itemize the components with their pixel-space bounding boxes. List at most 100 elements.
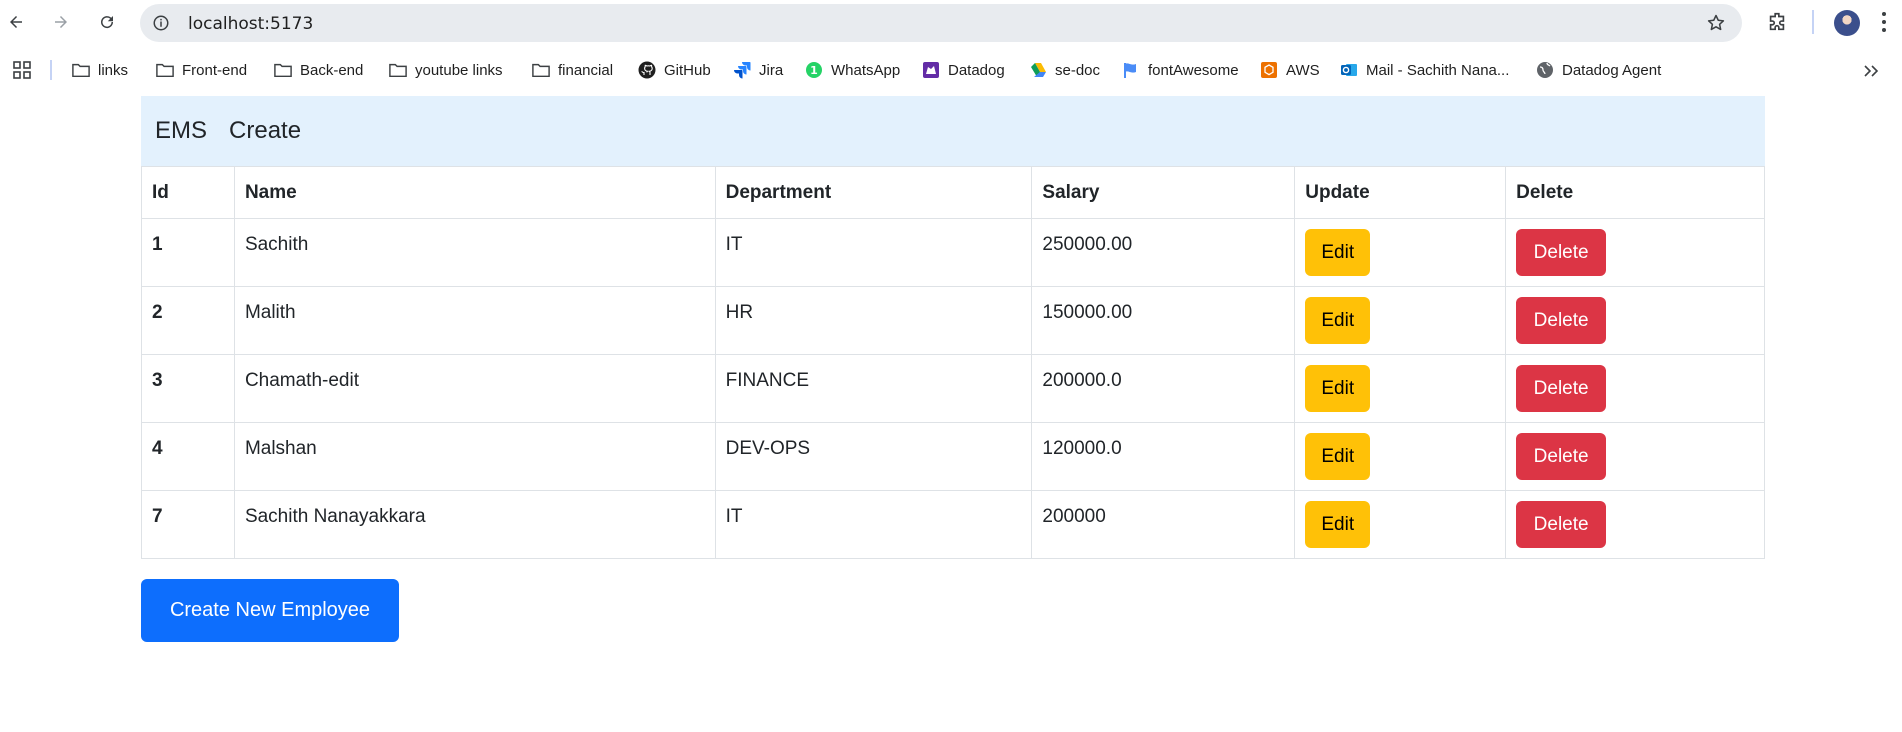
cell-department: HR [714,286,1033,355]
table-row: 1 Sachith IT 250000.00 Edit Delete [141,218,1765,287]
delete-button[interactable]: Delete [1516,433,1607,480]
cell-salary: 200000.0 [1031,354,1296,423]
delete-button[interactable]: Delete [1516,297,1607,344]
cell-delete: Delete [1505,354,1765,423]
nav-link-create[interactable]: Create [229,117,301,145]
forward-icon[interactable] [50,11,72,33]
bookmark-jira[interactable]: Jira [733,58,783,82]
column-header-id: Id [141,166,235,219]
cell-delete: Delete [1505,218,1765,287]
bookmark-label: links [98,61,129,79]
app-navbar: EMS Create [141,96,1765,166]
bookmarks-divider [50,60,52,80]
cell-salary: 120000.0 [1031,422,1296,491]
cell-id: 1 [141,218,235,287]
github-icon [638,61,656,79]
cell-salary: 200000 [1031,490,1296,559]
address-bar[interactable]: localhost:5173 [140,4,1742,42]
bookmark-front-end[interactable]: Front-end [156,58,247,82]
bookmarks-bar: links Front-end Back-end youtube links f… [0,54,1902,86]
cell-name: Malshan [233,422,716,491]
bookmark-label: youtube links [415,61,503,79]
bookmark-datadog-agent[interactable]: Datadog Agent [1536,58,1661,82]
datadog-icon [922,61,940,79]
bookmark-se-doc[interactable]: se-doc [1029,58,1100,82]
edit-button[interactable]: Edit [1305,433,1371,480]
reload-icon[interactable] [96,11,118,33]
bookmark-label: Datadog [948,61,1005,79]
table-row: 3 Chamath-edit FINANCE 200000.0 Edit Del… [141,354,1765,423]
whatsapp-icon: 1 [805,61,823,79]
bookmark-label: GitHub [664,61,711,79]
bookmark-label: Front-end [182,61,248,79]
cell-name: Malith [233,286,716,355]
delete-button[interactable]: Delete [1516,365,1607,412]
table-row: 7 Sachith Nanayakkara IT 200000 Edit Del… [141,490,1765,559]
create-employee-button[interactable]: Create New Employee [141,579,399,642]
bookmark-back-end[interactable]: Back-end [274,58,363,82]
apps-icon[interactable] [13,61,31,79]
bookmark-label: Mail - Sachith Nana... [1366,61,1510,79]
url-text[interactable]: localhost:5173 [188,14,313,34]
folder-icon [156,61,174,79]
bookmark-financial[interactable]: financial [532,58,613,82]
column-header-salary: Salary [1031,166,1296,219]
bookmark-label: Datadog Agent [1562,61,1662,79]
delete-button[interactable]: Delete [1516,229,1607,276]
cell-name: Sachith [233,218,716,287]
aws-icon [1260,61,1278,79]
folder-icon [532,61,550,79]
delete-button[interactable]: Delete [1516,501,1607,548]
cell-id: 2 [141,286,235,355]
cell-update: Edit [1294,422,1507,491]
cell-update: Edit [1294,490,1507,559]
menu-icon[interactable] [1880,10,1888,34]
cell-department: IT [714,218,1033,287]
cell-id: 4 [141,422,235,491]
star-icon[interactable] [1706,13,1726,33]
edit-button[interactable]: Edit [1305,501,1371,548]
folder-icon [72,61,90,79]
cell-name: Chamath-edit [233,354,716,423]
jira-icon [733,61,751,79]
bookmark-label: AWS [1286,61,1320,79]
back-icon[interactable] [5,11,27,33]
outlook-icon [1340,61,1358,79]
bookmark-fontawesome[interactable]: fontAwesome [1122,58,1239,82]
avatar[interactable] [1834,10,1860,36]
folder-icon [274,61,292,79]
bookmark-label: Back-end [300,61,364,79]
cell-id: 3 [141,354,235,423]
table-row: 4 Malshan DEV-OPS 120000.0 Edit Delete [141,422,1765,491]
cell-id: 7 [141,490,235,559]
bookmark-aws[interactable]: AWS [1260,58,1320,82]
cell-delete: Delete [1505,286,1765,355]
navbar-brand[interactable]: EMS [155,117,207,145]
info-icon[interactable] [152,14,170,32]
chevron-double-right-icon[interactable] [1862,62,1880,80]
edit-button[interactable]: Edit [1305,229,1371,276]
cell-update: Edit [1294,218,1507,287]
bookmark-youtube-links[interactable]: youtube links [389,58,503,82]
bookmark-label: financial [558,61,614,79]
browser-toolbar: localhost:5173 [0,0,1902,46]
bookmark-label: se-doc [1055,61,1101,79]
cell-salary: 250000.00 [1031,218,1296,287]
column-header-delete: Delete [1505,166,1765,219]
column-header-update: Update [1294,166,1507,219]
cell-salary: 150000.00 [1031,286,1296,355]
bookmark-github[interactable]: GitHub [638,58,711,82]
bookmark-label: Jira [759,61,784,79]
bookmark-datadog[interactable]: Datadog [922,58,1005,82]
cell-update: Edit [1294,354,1507,423]
bookmark-whatsapp[interactable]: 1 WhatsApp [805,58,900,82]
bookmark-links[interactable]: links [72,58,128,82]
column-header-name: Name [233,166,716,219]
edit-button[interactable]: Edit [1305,297,1371,344]
bookmark-mail[interactable]: Mail - Sachith Nana... [1340,58,1509,82]
edit-button[interactable]: Edit [1305,365,1371,412]
extensions-icon[interactable] [1766,11,1788,33]
drive-icon [1029,61,1047,79]
toolbar-divider [1812,10,1814,34]
table-row: 2 Malith HR 150000.00 Edit Delete [141,286,1765,355]
